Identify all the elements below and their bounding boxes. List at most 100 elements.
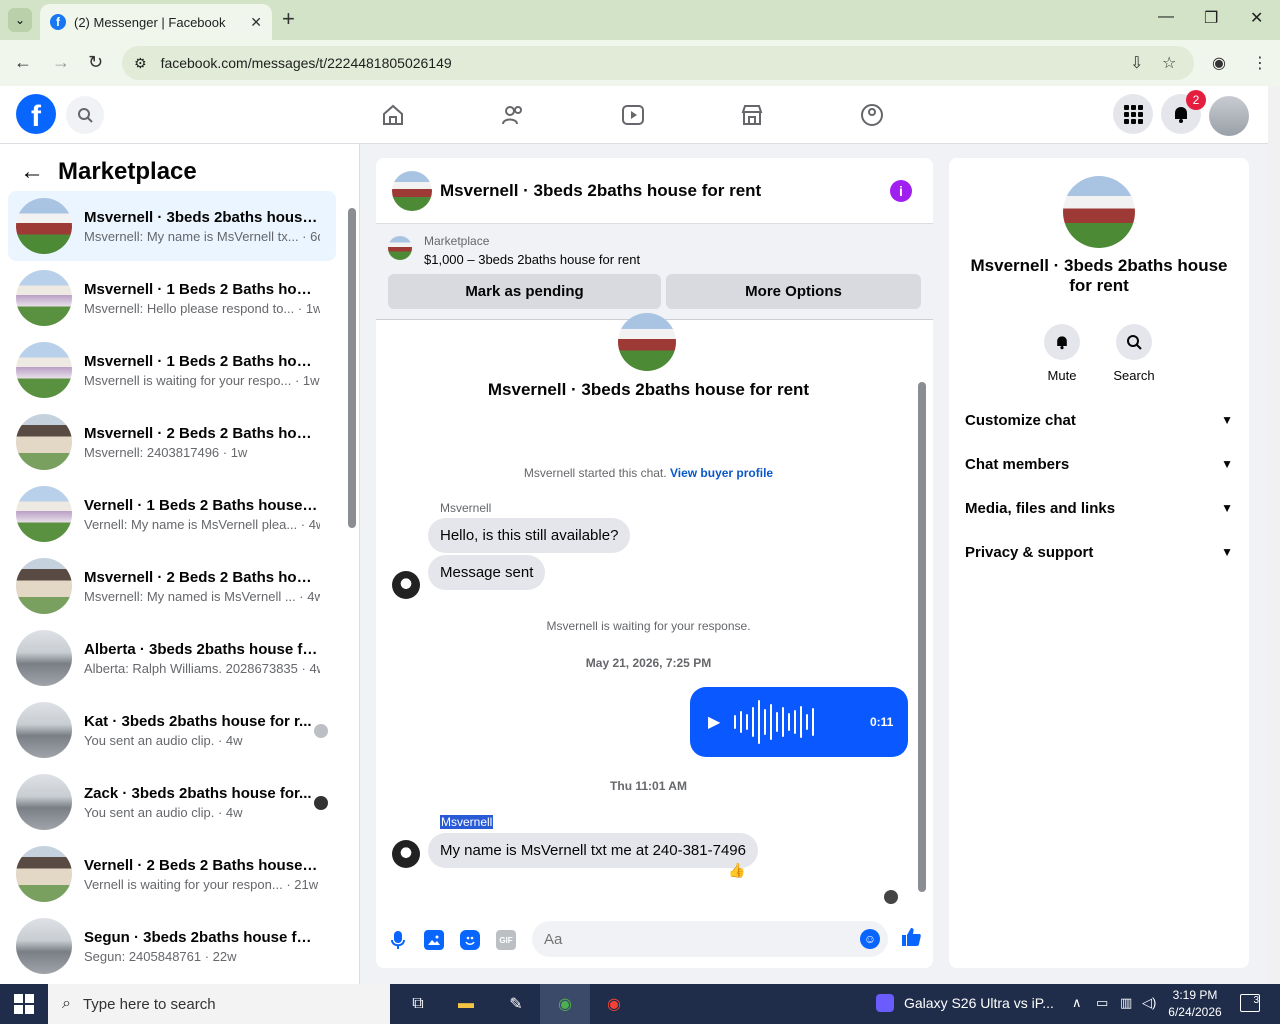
audio-message[interactable]: ▶ 0:11 [690, 687, 908, 757]
conversation-name: Alberta · 3beds 2baths house fo... [84, 640, 320, 658]
task-view-icon[interactable]: ⧉ [404, 990, 432, 1018]
browser-tab[interactable]: f (2) Messenger | Facebook ✕ [40, 4, 272, 40]
conversation-item[interactable]: Msvernell · 1 Beds 2 Baths house... Msver… [8, 263, 336, 333]
thumbs-up-reaction-icon[interactable]: 👍 [728, 862, 745, 879]
friends-icon[interactable] [498, 100, 528, 130]
conversation-item[interactable]: Vernell · 1 Beds 2 Baths house fo... Vern… [8, 479, 336, 549]
conversation-list-scrollbar[interactable] [348, 208, 356, 528]
conversation-name: Zack · 3beds 2baths house for... [84, 784, 312, 802]
close-tab-icon[interactable]: ✕ [250, 14, 262, 31]
message-bubble[interactable]: My name is MsVernell txt me at 240-381-7… [428, 833, 758, 868]
listing-thumbnail [16, 198, 72, 254]
media-files-links-section[interactable]: Media, files and links ▼ [965, 486, 1233, 530]
network-icon[interactable]: ▥ [1120, 995, 1132, 1011]
tab-search-chevron-icon[interactable]: ⌄ [8, 8, 32, 32]
mute-button[interactable]: Mute [1032, 324, 1092, 383]
listing-thumbnail [388, 236, 412, 260]
menu-grid-icon[interactable] [1113, 94, 1153, 134]
sender-avatar[interactable] [392, 571, 420, 599]
windows-start-icon[interactable] [14, 994, 34, 1014]
conversation-name: Msvernell · 2 Beds 2 Baths hous... [84, 568, 320, 586]
chat-members-section[interactable]: Chat members ▼ [965, 442, 1233, 486]
notification-center-icon[interactable]: 3 [1240, 994, 1260, 1012]
audio-duration: 0:11 [870, 715, 894, 729]
tray-chevron-icon[interactable]: ∧ [1072, 995, 1082, 1011]
minimize-icon[interactable]: — [1158, 8, 1174, 26]
conversation-item[interactable]: Msvernell · 1 Beds 2 Baths house... Msver… [8, 335, 336, 405]
account-avatar[interactable] [1209, 96, 1249, 136]
battery-icon[interactable]: ▭ [1096, 995, 1108, 1011]
conversation-item[interactable]: Vernell · 2 Beds 2 Baths house f... Verne… [8, 839, 336, 909]
home-icon[interactable] [378, 100, 408, 130]
volume-icon[interactable]: ◁) [1142, 995, 1156, 1011]
info-icon[interactable]: i [890, 180, 912, 202]
play-icon[interactable]: ▶ [708, 712, 720, 732]
message-bubble[interactable]: Hello, is this still available? [428, 518, 631, 553]
marketplace-icon[interactable] [737, 100, 767, 130]
forward-icon[interactable]: → [52, 52, 70, 73]
view-buyer-profile-link[interactable]: View buyer profile [670, 466, 773, 480]
conversation-preview: Alberta: Ralph Williams. 2028673835 · 4w [84, 660, 320, 676]
reload-icon[interactable]: ↻ [88, 52, 103, 73]
page-scrollbar[interactable] [1268, 86, 1280, 984]
conversation-preview: You sent an audio clip. · 4w [84, 732, 243, 748]
mark-pending-button[interactable]: Mark as pending [388, 274, 661, 309]
emoji-icon[interactable]: ☺ [860, 929, 880, 949]
search-icon[interactable] [66, 96, 104, 134]
message-input[interactable] [532, 921, 888, 957]
conversation-item[interactable]: Alberta · 3beds 2baths house fo... Albert… [8, 623, 336, 693]
conversation-name: Msvernell · 3beds 2baths house ... [84, 208, 320, 226]
chrome-icon[interactable]: ◉ [551, 990, 579, 1018]
message-bubble[interactable]: Message sent [428, 555, 546, 590]
more-options-button[interactable]: More Options [666, 274, 921, 309]
listing-thumbnail [16, 702, 72, 758]
chevron-down-icon: ▼ [1221, 413, 1233, 427]
close-window-icon[interactable]: ✕ [1250, 8, 1263, 28]
chat-title[interactable]: Msvernell · 3beds 2baths house for rent [440, 181, 761, 201]
photo-icon[interactable] [424, 930, 444, 950]
conversation-item[interactable]: Segun · 3beds 2baths house for ... Segun:… [8, 911, 336, 981]
customize-chat-section[interactable]: Customize chat ▼ [965, 398, 1233, 442]
gif-icon[interactable]: GIF [496, 930, 516, 950]
paint-app-icon[interactable]: ✎ [502, 990, 530, 1018]
file-explorer-icon[interactable]: ▬ [452, 990, 480, 1018]
back-arrow-icon[interactable]: ← [20, 158, 44, 186]
video-icon[interactable] [618, 100, 648, 130]
sender-name: Msvernell [440, 501, 492, 515]
install-app-icon[interactable]: ⇩ [1130, 53, 1143, 73]
chat-avatar[interactable] [392, 170, 432, 211]
taskbar-search-placeholder: Type here to search [82, 995, 216, 1013]
site-settings-icon[interactable]: ⚙ [134, 55, 147, 72]
chevron-down-icon: ▼ [1221, 501, 1233, 515]
conversation-item[interactable]: Msvernell · 3beds 2baths house ... Msvern… [8, 191, 336, 261]
facebook-logo-icon[interactable]: f [16, 94, 56, 134]
like-icon[interactable] [900, 926, 922, 954]
url-field[interactable]: ⚙ facebook.com/messages/t/22244818050261… [122, 46, 1194, 80]
conversation-preview: Vernell is waiting for your respon... · … [84, 876, 319, 892]
sender-avatar[interactable] [392, 840, 420, 868]
conversation-item[interactable]: Msvernell · 2 Beds 2 Baths hous... Msvern… [8, 551, 336, 621]
conversation-name: Segun · 3beds 2baths house for ... [84, 928, 320, 946]
conversation-item[interactable]: Zack · 3beds 2baths house for... You sent… [8, 767, 336, 837]
taskbar-search[interactable]: ⌕ Type here to search [48, 984, 390, 1024]
new-tab-icon[interactable]: + [282, 8, 295, 30]
gaming-icon[interactable] [857, 100, 887, 130]
back-icon[interactable]: ← [14, 52, 32, 73]
conversation-preview: Msvernell: Hello please respond to... · … [84, 300, 320, 316]
chat-scrollbar[interactable] [918, 382, 926, 892]
restore-icon[interactable]: ❐ [1204, 8, 1218, 28]
media-widget[interactable]: Galaxy S26 Ultra vs iP... [876, 994, 1054, 1012]
bookmark-star-icon[interactable]: ☆ [1162, 53, 1176, 73]
conversation-item[interactable]: Kat · 3beds 2baths house for r... You sen… [8, 695, 336, 765]
chrome-profile-icon[interactable]: ◉ [600, 990, 628, 1018]
clock[interactable]: 3:19 PM 6/24/2026 [1160, 987, 1230, 1021]
privacy-support-section[interactable]: Privacy & support ▼ [965, 530, 1233, 574]
listing-price[interactable]: $1,000 – 3beds 2baths house for rent [424, 252, 640, 267]
search-chat-button[interactable]: Search [1104, 324, 1164, 383]
microphone-icon[interactable] [388, 930, 408, 950]
profile-icon[interactable]: ◉ [1212, 53, 1226, 73]
browser-menu-icon[interactable]: ⋮ [1252, 53, 1268, 73]
conversation-item[interactable]: Msvernell · 2 Beds 2 Baths hous... Msvern… [8, 407, 336, 477]
listing-thumbnail [16, 918, 72, 974]
sticker-icon[interactable] [460, 930, 480, 950]
